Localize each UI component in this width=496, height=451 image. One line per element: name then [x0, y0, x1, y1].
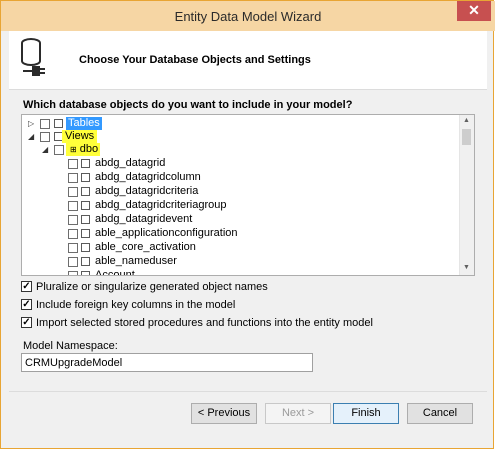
view-item-label: abdg_datagridcriteriagroup [95, 199, 227, 211]
view-item-label: able_nameduser [95, 255, 177, 267]
previous-button[interactable]: < Previous [191, 403, 257, 424]
foreign-keys-checkbox[interactable]: ✓ [21, 299, 32, 310]
view-table-icon [81, 159, 90, 168]
wizard-header: Choose Your Database Objects and Setting… [9, 31, 487, 90]
namespace-label: Model Namespace: [23, 340, 118, 352]
tables-checkbox[interactable] [40, 119, 50, 129]
dbo-label: dbo [79, 143, 99, 155]
tree-scrollbar[interactable]: ▲ ▼ [459, 115, 474, 275]
view-item-label: abdg_datagridcriteria [95, 185, 199, 197]
tree-item-view[interactable]: abdg_datagridcriteriagroup [68, 199, 328, 212]
view-table-icon [81, 173, 90, 182]
dbo-label-wrap: ⊞ dbo [66, 143, 101, 156]
scroll-up-icon[interactable]: ▲ [463, 117, 470, 124]
tree-item-view[interactable]: able_nameduser [68, 255, 328, 268]
database-plug-icon [21, 38, 45, 76]
expanded-arrow-icon[interactable]: ◢ [42, 143, 48, 156]
close-icon: ✕ [468, 2, 480, 18]
view-table-icon [81, 257, 90, 266]
view-checkbox[interactable] [68, 173, 78, 183]
page-title: Choose Your Database Objects and Setting… [79, 54, 311, 66]
views-checkbox[interactable] [40, 132, 50, 142]
objects-prompt: Which database objects do you want to in… [23, 99, 353, 111]
tree-item-view[interactable]: able_applicationconfiguration [68, 227, 328, 240]
stored-procs-label: Import selected stored procedures and fu… [36, 317, 373, 329]
title-bar[interactable]: Entity Data Model Wizard ✕ [1, 1, 495, 31]
tree-node-dbo[interactable]: ◢ ⊞ dbo [42, 143, 162, 156]
view-table-icon [81, 229, 90, 238]
view-checkbox[interactable] [68, 201, 78, 211]
close-button[interactable]: ✕ [457, 1, 491, 21]
pluralize-checkbox[interactable]: ✓ [21, 281, 32, 292]
view-checkbox[interactable] [68, 243, 78, 253]
tree-item-view[interactable]: able_core_activation [68, 241, 328, 254]
views-label: Views [62, 130, 98, 143]
view-item-label: Account [95, 269, 135, 276]
view-table-icon [81, 243, 90, 252]
view-table-icon [81, 201, 90, 210]
view-checkbox[interactable] [68, 229, 78, 239]
tables-icon [54, 119, 63, 128]
stored-procs-checkbox[interactable]: ✓ [21, 317, 32, 328]
view-checkbox[interactable] [68, 159, 78, 169]
view-table-icon [81, 271, 90, 275]
view-checkbox[interactable] [68, 271, 78, 275]
view-table-icon [81, 187, 90, 196]
cancel-button[interactable]: Cancel [407, 403, 473, 424]
view-checkbox[interactable] [68, 215, 78, 225]
view-table-icon [81, 215, 90, 224]
tree-item-view[interactable]: abdg_datagridcolumn [68, 171, 328, 184]
view-checkbox[interactable] [68, 187, 78, 197]
scroll-down-icon[interactable]: ▼ [463, 264, 470, 271]
view-checkbox[interactable] [68, 257, 78, 267]
tree-node-tables[interactable]: ▷ Tables [28, 117, 148, 130]
collapsed-arrow-icon[interactable]: ▷ [28, 117, 34, 130]
view-item-label: able_core_activation [95, 241, 196, 253]
tables-label: Tables [66, 117, 102, 130]
expanded-arrow-icon[interactable]: ◢ [28, 130, 34, 143]
next-button[interactable]: Next > [265, 403, 331, 424]
finish-button[interactable]: Finish [333, 403, 399, 424]
foreign-keys-label: Include foreign key columns in the model [36, 299, 236, 311]
schema-icon: ⊞ [70, 145, 77, 154]
tree-item-view[interactable]: Account [68, 269, 328, 276]
tree-item-view[interactable]: abdg_datagridevent [68, 213, 328, 226]
view-item-label: abdg_datagrid [95, 157, 166, 169]
scrollbar-thumb[interactable] [462, 129, 471, 145]
view-item-label: abdg_datagridevent [95, 213, 193, 225]
wizard-window: Entity Data Model Wizard ✕ Choose Your D… [0, 0, 495, 449]
pluralize-label: Pluralize or singularize generated objec… [36, 281, 268, 293]
view-item-label: abdg_datagridcolumn [95, 171, 201, 183]
tree-node-views[interactable]: ◢ Views [28, 130, 148, 143]
tree-item-view[interactable]: abdg_datagridcriteria [68, 185, 328, 198]
footer-divider [9, 391, 487, 392]
database-objects-tree[interactable]: ▷ Tables ◢ Views ◢ ⊞ dbo abdg_datagridab… [21, 114, 475, 276]
namespace-input[interactable] [21, 353, 313, 372]
view-item-label: able_applicationconfiguration [95, 227, 238, 239]
dbo-checkbox[interactable] [54, 145, 64, 155]
window-title: Entity Data Model Wizard [174, 9, 322, 24]
tree-item-view[interactable]: abdg_datagrid [68, 157, 328, 170]
